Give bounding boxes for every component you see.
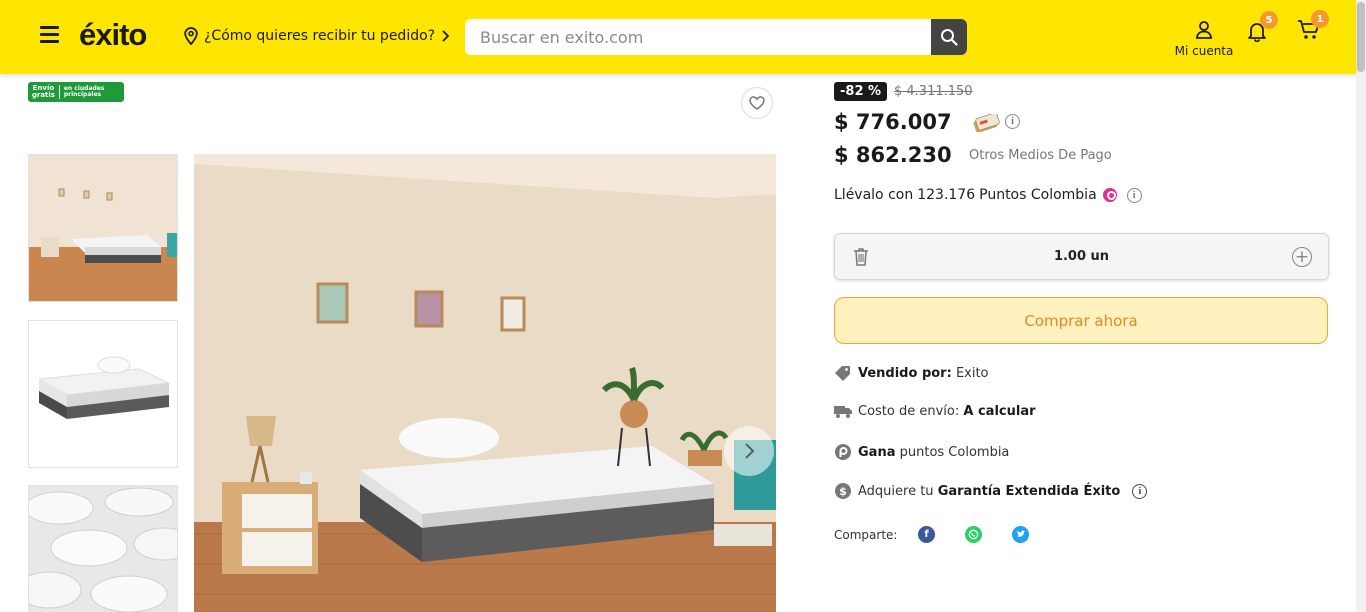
heart-icon — [749, 96, 765, 110]
bedroom-scene-image — [194, 154, 776, 612]
free-shipping-text: Envío gratis — [28, 85, 60, 99]
whatsapp-icon[interactable] — [965, 526, 982, 543]
points-info-icon[interactable]: i — [1126, 187, 1142, 203]
share-row: Comparte: f — [834, 526, 1059, 543]
old-price: $ 4.311.150 — [894, 84, 973, 99]
notifications-button[interactable]: 5 — [1246, 11, 1278, 46]
other-price: $ 862.230 — [834, 143, 952, 167]
scrollbar-thumb[interactable] — [1357, 2, 1365, 72]
exito-logo[interactable]: éxito — [79, 17, 147, 53]
sold-by-row: Vendido por: Exito — [834, 365, 989, 381]
thumbnail-mattress[interactable] — [28, 320, 178, 468]
location-pin-icon — [184, 27, 198, 45]
share-label: Comparte: — [834, 527, 898, 542]
thumbnail-bedroom[interactable] — [28, 154, 178, 302]
truck-icon — [834, 406, 852, 418]
quantity-value: 1.00 un — [1053, 249, 1110, 264]
thumbnail-bedroom-image — [29, 155, 177, 301]
points-suffix: Puntos Colombia — [979, 187, 1097, 203]
shipping-cost-row: Costo de envío: A calcular — [834, 404, 1036, 419]
menu-icon[interactable] — [40, 26, 59, 45]
top-header: éxito ¿Cómo quieres recibir tu pedido? M… — [0, 0, 1356, 74]
thumbnail-mattress-texture[interactable] — [28, 485, 178, 612]
earn-points-row: Gana puntos Colombia — [834, 443, 1009, 461]
search-icon — [941, 29, 958, 46]
chevron-right-icon — [745, 443, 755, 459]
discount-badge: -82 % — [834, 82, 888, 101]
next-image-button[interactable] — [724, 426, 774, 476]
notifications-badge: 5 — [1260, 11, 1278, 29]
warranty-info-icon[interactable]: i — [1132, 483, 1148, 499]
location-prompt: ¿Cómo quieres recibir tu pedido? — [204, 28, 436, 44]
user-icon — [1196, 21, 1212, 39]
account-button[interactable]: Mi cuenta — [1166, 20, 1242, 58]
shipping-label: Costo de envío: — [858, 404, 960, 419]
points-prefix: Llévalo con — [834, 187, 914, 203]
delivery-location-selector[interactable]: ¿Cómo quieres recibir tu pedido? — [183, 27, 450, 45]
points-value: 123.176 — [917, 187, 976, 203]
favorite-button[interactable] — [741, 87, 773, 119]
card-price: $ 776.007 — [834, 110, 952, 134]
main-product-image[interactable] — [194, 154, 776, 612]
thumbnail-texture-image — [29, 486, 177, 612]
account-label: Mi cuenta — [1174, 44, 1234, 58]
plus-icon[interactable]: + — [1292, 247, 1312, 267]
search-bar — [465, 19, 967, 55]
svg-text:$: $ — [839, 485, 847, 498]
free-shipping-badge: Envío gratis en ciudades principales — [28, 82, 124, 102]
earn-label: Gana — [858, 444, 896, 460]
other-payment-label: Otros Medios De Pago — [969, 148, 1112, 163]
sold-by-label: Vendido por: — [858, 365, 952, 381]
warranty-row: $ Adquiere tu Garantía Extendida Éxito i — [834, 482, 1148, 500]
search-input[interactable] — [465, 19, 931, 55]
thumbnail-mattress-image — [29, 321, 177, 467]
earn-suffix: puntos Colombia — [899, 444, 1010, 460]
free-shipping-cities-text: en ciudades principales — [63, 85, 105, 98]
cart-badge: 1 — [1311, 10, 1329, 28]
cart-button[interactable]: 1 — [1297, 10, 1329, 45]
warranty-link[interactable]: Garantía Extendida Éxito — [938, 484, 1121, 499]
facebook-icon[interactable]: f — [918, 526, 935, 543]
card-price-info-icon[interactable]: i — [1005, 114, 1020, 129]
warranty-prefix: Adquiere tu — [858, 483, 934, 499]
tag-icon — [835, 366, 850, 381]
points-info: Llévalo con 123.176 Puntos Colombia i — [834, 187, 1142, 203]
search-button[interactable] — [931, 19, 967, 55]
scrollbar-track[interactable] — [1356, 0, 1366, 612]
shipping-value: A calcular — [963, 404, 1036, 419]
logo-text: éxito — [79, 17, 147, 52]
exito-card-icon — [972, 112, 1000, 136]
buy-now-button[interactable]: Comprar ahora — [834, 297, 1328, 344]
puntos-icon — [835, 444, 851, 460]
chevron-right-icon — [442, 30, 450, 42]
dollar-circle-icon: $ — [835, 483, 851, 499]
twitter-icon[interactable] — [1012, 526, 1029, 543]
puntos-colombia-icon — [1102, 188, 1117, 202]
sold-by-value: Exito — [955, 365, 989, 381]
quantity-stepper: 1.00 un + — [834, 233, 1329, 280]
